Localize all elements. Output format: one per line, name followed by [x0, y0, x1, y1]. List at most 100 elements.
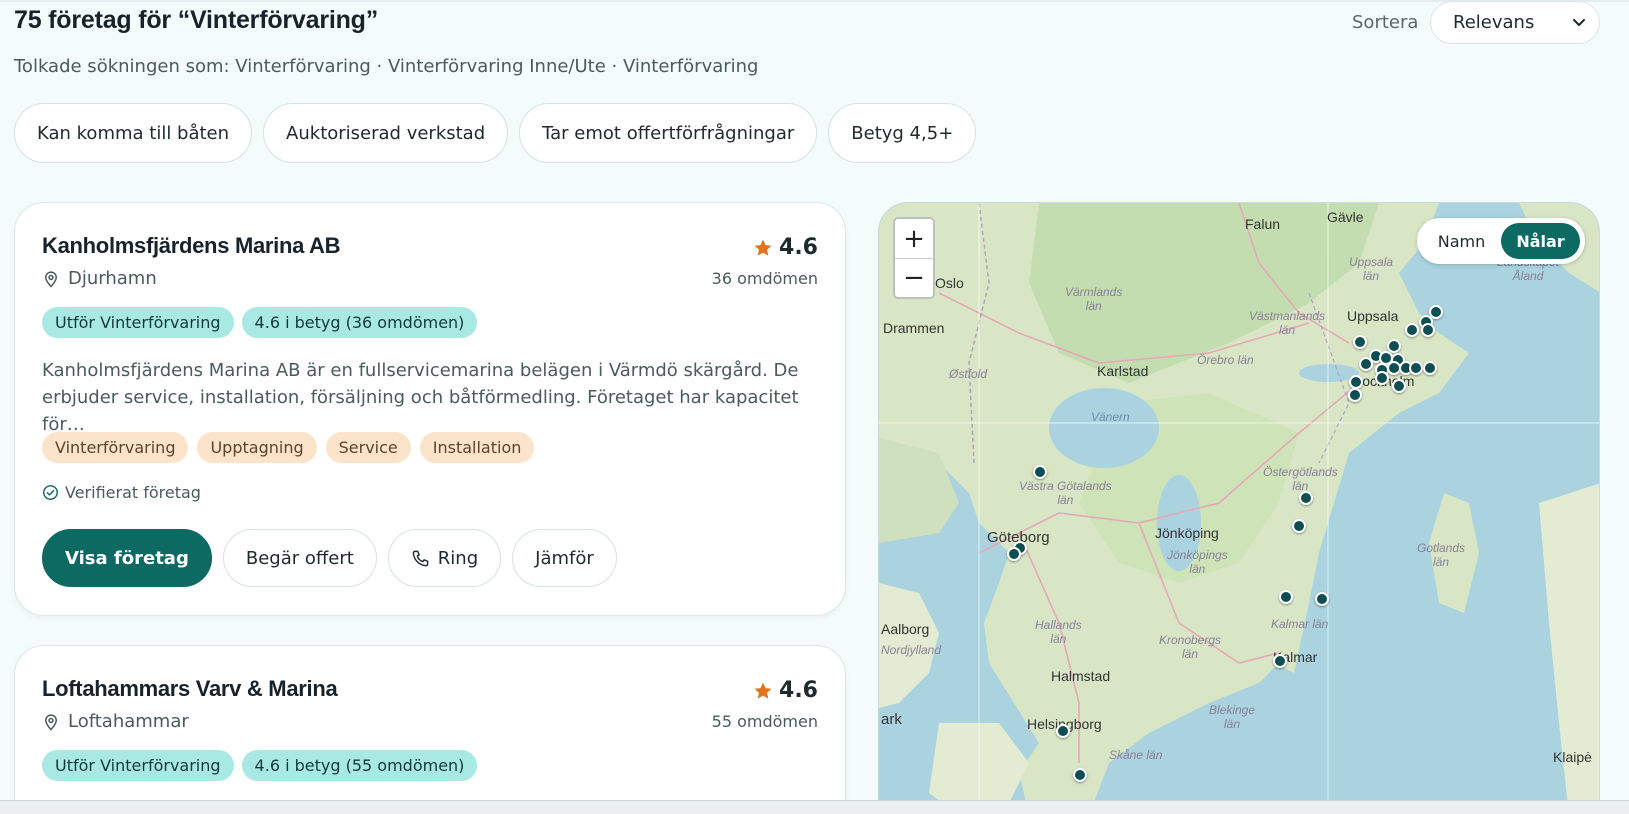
map-pin[interactable] [1423, 361, 1437, 375]
check-circle-icon [43, 485, 58, 500]
listing-description: Kanholmsfjärdens Marina AB är en fullser… [42, 360, 799, 435]
listing-review-count: 36 omdömen [711, 269, 818, 288]
map-label-hallands: Hallands län [1035, 618, 1082, 646]
call-button[interactable]: Ring [387, 529, 502, 587]
map-pin[interactable] [1348, 388, 1362, 402]
map-label-uppsala-lan: Uppsala län [1349, 255, 1394, 283]
listing-tags: Vinterförvaring Upptagning Service Insta… [42, 432, 535, 463]
listing-location: Loftahammar [42, 711, 189, 732]
map-pin[interactable] [1315, 592, 1329, 606]
verified-text: Verifierat företag [65, 483, 201, 502]
tag-service: Service [325, 432, 411, 463]
map-label-gavle: Gävle [1327, 209, 1364, 225]
map-pin[interactable] [1349, 375, 1363, 389]
map-label-ark: ark [881, 711, 902, 728]
service-badge: Utför Vinterförvaring [42, 750, 234, 781]
filter-chips: Kan komma till båten Auktoriserad verkst… [14, 103, 977, 163]
rating-badge: 4.6 i betyg (36 omdömen) [241, 307, 478, 338]
map-label-blekinge: Blekinge län [1209, 703, 1256, 731]
sort-select[interactable]: Relevans [1430, 1, 1600, 44]
listing-rating: 4.6 [753, 678, 818, 703]
map-label-halmstad: Halmstad [1051, 668, 1111, 684]
top-divider [0, 0, 1629, 2]
map-pin[interactable] [1299, 491, 1313, 505]
listing-review-count: 55 omdömen [711, 712, 818, 731]
toggle-pins[interactable]: Nålar [1501, 223, 1580, 259]
sort-select-value: Relevans [1453, 12, 1535, 33]
listing-actions: Visa företag Begär offert Ring Jämför [42, 529, 617, 587]
map-label-aalborg: Aalborg [881, 621, 930, 637]
filter-chip-come-to-boat[interactable]: Kan komma till båten [14, 103, 253, 163]
listing-rating-value: 4.6 [779, 235, 818, 260]
call-button-label: Ring [437, 547, 479, 569]
map-label-jonkoping: Jönköping [1155, 525, 1219, 541]
tag-installation: Installation [419, 432, 535, 463]
verified-company: Verifierat företag [42, 483, 201, 502]
map-pin[interactable] [1405, 323, 1419, 337]
listing-badges: Utför Vinterförvaring 4.6 i betyg (55 om… [42, 750, 478, 781]
map-label-ostergotlands: Östergötlands län [1263, 465, 1338, 493]
chevron-down-icon [1573, 19, 1585, 26]
interpreted-search-text: Tolkade sökningen som: Vinterförvaring ·… [14, 56, 759, 77]
map-zoom-control: + − [893, 217, 935, 299]
zoom-in-button[interactable]: + [895, 219, 933, 258]
listing-location-text: Djurhamn [68, 268, 157, 289]
listing-card: Kanholmsfjärdens Marina AB Djurhamn 4.6 … [14, 202, 846, 616]
map-pin[interactable] [1273, 654, 1287, 668]
tag-vinterforvaring: Vinterförvaring [42, 432, 189, 463]
map-label-kronobergs: Kronobergs län [1159, 633, 1222, 661]
filter-chip-authorized-workshop[interactable]: Auktoriserad verkstad [263, 103, 509, 163]
map-label-falun: Falun [1245, 216, 1281, 232]
compare-button[interactable]: Jämför [512, 529, 617, 587]
request-quote-button[interactable]: Begär offert [222, 529, 377, 587]
map-pin[interactable] [1033, 465, 1047, 479]
map-pin[interactable] [1279, 590, 1293, 604]
map-label-orebro: Örebro län [1197, 353, 1254, 367]
map-pin[interactable] [1409, 361, 1423, 375]
view-company-button[interactable]: Visa företag [42, 529, 212, 587]
listing-name[interactable]: Kanholmsfjärdens Marina AB [42, 233, 341, 259]
map-pin[interactable] [1056, 724, 1070, 738]
map-pin[interactable] [1073, 768, 1087, 782]
map-label-kalmar-lan: Kalmar län [1271, 617, 1329, 631]
map-label-oslo: Oslo [935, 275, 964, 291]
listing-location: Djurhamn [42, 268, 157, 289]
location-pin-icon [44, 713, 58, 731]
filter-chip-rating-4-5[interactable]: Betyg 4,5+ [828, 103, 977, 163]
rating-badge: 4.6 i betyg (55 omdömen) [241, 750, 478, 781]
map-label-vastra-gotalands: Västra Götalands län [1019, 479, 1112, 507]
map-pin[interactable] [1007, 547, 1021, 561]
map-display-toggle: Namn Nålar [1417, 218, 1585, 264]
listing-card: Loftahammars Varv & Marina Loftahammar 4… [14, 645, 846, 814]
map-pin[interactable] [1359, 357, 1373, 371]
tag-upptagning: Upptagning [197, 432, 317, 463]
phone-icon [412, 550, 429, 566]
toggle-names[interactable]: Namn [1422, 223, 1501, 259]
service-badge: Utför Vinterförvaring [42, 307, 234, 338]
star-icon [754, 239, 772, 256]
map-pin[interactable] [1375, 371, 1389, 385]
results-map[interactable]: Oslo Drammen Østfold Falun Gävle Värmlan… [878, 202, 1600, 814]
browser-bottom-bar [0, 800, 1629, 814]
map-label-jonkopings-lan: Jönköpings län [1167, 548, 1228, 576]
map-pin[interactable] [1392, 379, 1406, 393]
map-label-ostfold: Østfold [949, 367, 988, 381]
star-icon [754, 682, 772, 699]
results-title: 75 företag för “Vinterförvaring” [14, 6, 379, 34]
map-pin[interactable] [1292, 519, 1306, 533]
map-label-drammen: Drammen [883, 320, 945, 336]
zoom-out-button[interactable]: − [895, 258, 933, 297]
map-label-nordjylland: Nordjylland [881, 643, 942, 657]
filter-chip-accepts-quotes[interactable]: Tar emot offertförfrågningar [519, 103, 818, 163]
listing-name[interactable]: Loftahammars Varv & Marina [42, 676, 338, 702]
listing-badges: Utför Vinterförvaring 4.6 i betyg (36 om… [42, 307, 478, 338]
map-label-skane: Skåne län [1109, 748, 1163, 762]
listing-rating: 4.6 [753, 235, 818, 260]
map-pin[interactable] [1353, 335, 1367, 349]
map-label-uppsala: Uppsala [1347, 308, 1399, 324]
listing-location-text: Loftahammar [68, 711, 189, 732]
map-pin[interactable] [1421, 323, 1435, 337]
location-pin-icon [44, 270, 58, 288]
sort-label: Sortera [1352, 12, 1419, 33]
map-label-vanern: Vänern [1091, 410, 1130, 424]
